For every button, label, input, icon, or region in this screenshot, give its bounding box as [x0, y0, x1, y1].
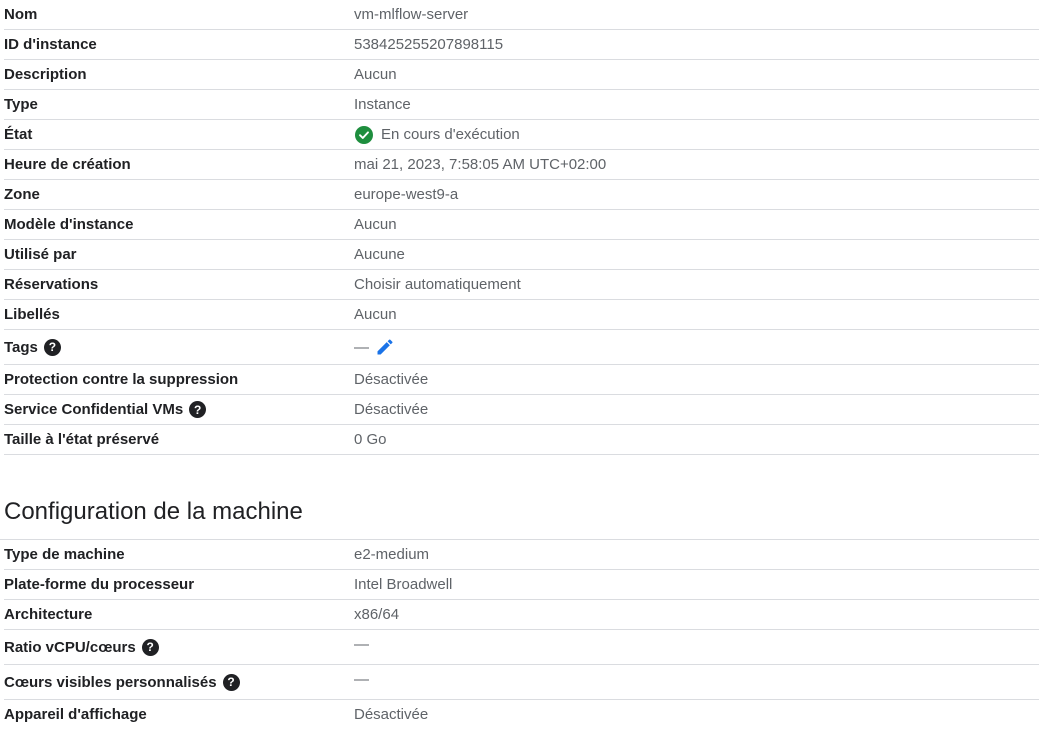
row-value: vm-mlflow-server: [354, 6, 469, 23]
row-label: Modèle d'instance: [4, 216, 134, 233]
row-value: Choisir automatiquement: [354, 276, 521, 293]
row-type: Type Instance: [4, 90, 1039, 120]
row-value: mai 21, 2023, 7:58:05 AM UTC+02:00: [354, 156, 607, 173]
row-label: Libellés: [4, 306, 60, 323]
row-value: —: [354, 671, 369, 688]
help-circle-icon[interactable]: ?: [222, 673, 240, 691]
row-label: Type: [4, 96, 38, 113]
row-value: e2-medium: [354, 546, 430, 563]
row-value: Aucun: [354, 216, 397, 233]
row-creation-time: Heure de création mai 21, 2023, 7:58:05 …: [4, 150, 1039, 180]
row-reservations: Réservations Choisir automatiquement: [4, 270, 1039, 300]
row-label: Zone: [4, 186, 40, 203]
row-value: 0 Go: [354, 431, 387, 448]
help-circle-icon[interactable]: ?: [141, 638, 159, 656]
row-label: Utilisé par: [4, 246, 77, 263]
row-label: Service Confidential VMs ?: [4, 401, 354, 418]
row-value: 538425255207898115: [354, 36, 504, 53]
row-architecture: Architecture x86/64: [4, 600, 1039, 630]
row-vcpu-ratio: Ratio vCPU/cœurs ? —: [4, 630, 1039, 665]
row-label: ID d'instance: [4, 36, 97, 53]
row-label: État: [4, 126, 33, 143]
status-text: En cours d'exécution: [381, 126, 520, 143]
section-title-machine-config: Configuration de la machine: [0, 455, 1039, 540]
row-tags: Tags ? —: [4, 330, 1039, 365]
help-circle-icon[interactable]: ?: [189, 401, 207, 418]
row-display-device: Appareil d'affichage Désactivée: [4, 700, 1039, 729]
row-confidential-vms: Service Confidential VMs ? Désactivée: [4, 395, 1039, 425]
pencil-icon[interactable]: [375, 337, 395, 357]
row-zone: Zone europe-west9-a: [4, 180, 1039, 210]
row-value: Aucune: [354, 246, 405, 263]
tags-value-text: —: [354, 338, 369, 356]
row-state: État En cours d'exécution: [4, 120, 1039, 150]
details-table: Nom vm-mlflow-server ID d'instance 53842…: [4, 0, 1039, 455]
row-label: Nom: [4, 6, 38, 23]
row-label: Architecture: [4, 606, 93, 623]
row-description: Description Aucun: [4, 60, 1039, 90]
row-label: Ratio vCPU/cœurs ?: [4, 638, 354, 656]
help-circle-icon[interactable]: ?: [43, 338, 61, 356]
tags-label-text: Tags: [4, 338, 38, 356]
row-value: —: [354, 636, 369, 653]
row-label: Plate-forme du processeur: [4, 576, 195, 593]
row-label: Appareil d'affichage: [4, 706, 147, 723]
check-circle-icon: [355, 125, 373, 144]
machine-config-table: Type de machine e2-medium Plate-forme du…: [4, 540, 1039, 729]
row-label: Cœurs visibles personnalisés ?: [4, 673, 354, 691]
row-label: Taille à l'état préservé: [4, 431, 160, 448]
visible-cores-label-text: Cœurs visibles personnalisés: [4, 673, 217, 691]
row-value: En cours d'exécution: [354, 125, 520, 144]
row-label: Tags ?: [4, 338, 354, 356]
row-machine-type: Type de machine e2-medium: [4, 540, 1039, 570]
row-labels: Libellés Aucun: [4, 300, 1039, 330]
row-cpu-platform: Plate-forme du processeur Intel Broadwel…: [4, 570, 1039, 600]
row-value: europe-west9-a: [354, 186, 459, 203]
row-label: Type de machine: [4, 546, 125, 563]
row-value: Aucun: [354, 306, 397, 323]
vcpu-label-text: Ratio vCPU/cœurs: [4, 638, 136, 656]
row-value: Désactivée: [354, 706, 429, 723]
row-instance-id: ID d'instance 538425255207898115: [4, 30, 1039, 60]
row-name: Nom vm-mlflow-server: [4, 0, 1039, 30]
row-used-by: Utilisé par Aucune: [4, 240, 1039, 270]
row-preserved-state: Taille à l'état préservé 0 Go: [4, 425, 1039, 455]
row-value: Instance: [354, 96, 411, 113]
row-value: x86/64: [354, 606, 400, 623]
row-value: —: [354, 337, 395, 357]
row-value: Intel Broadwell: [354, 576, 453, 593]
row-value: Aucun: [354, 66, 397, 83]
instance-details-page: Nom vm-mlflow-server ID d'instance 53842…: [0, 0, 1039, 729]
row-visible-cores: Cœurs visibles personnalisés ? —: [4, 665, 1039, 700]
row-deletion-protection: Protection contre la suppression Désacti…: [4, 365, 1039, 395]
row-label: Réservations: [4, 276, 99, 293]
row-label: Heure de création: [4, 156, 131, 173]
row-instance-template: Modèle d'instance Aucun: [4, 210, 1039, 240]
row-label: Protection contre la suppression: [4, 371, 239, 388]
confidential-label-text: Service Confidential VMs: [4, 401, 184, 418]
row-value: Désactivée: [354, 371, 429, 388]
row-value: Désactivée: [354, 401, 429, 418]
row-label: Description: [4, 66, 87, 83]
